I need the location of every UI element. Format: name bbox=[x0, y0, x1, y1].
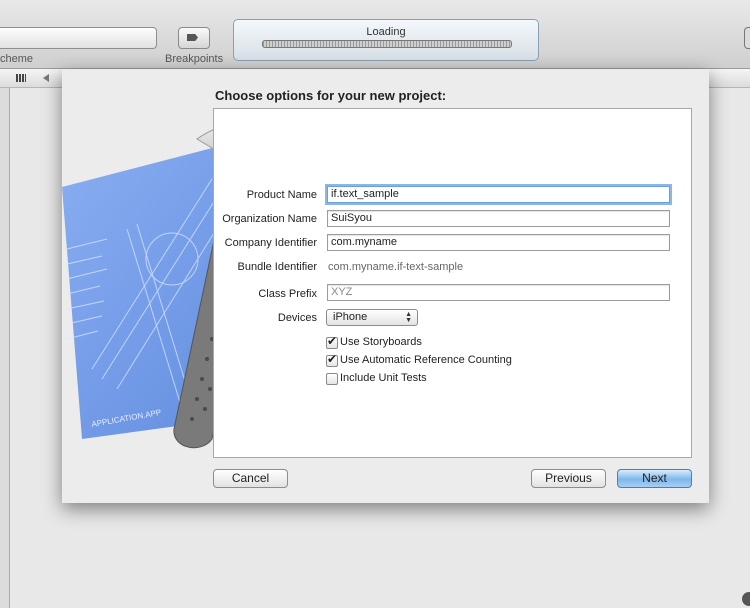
devices-popup[interactable]: iPhone ▲ ▼ bbox=[326, 309, 418, 326]
breakpoints-button[interactable] bbox=[178, 27, 210, 49]
grid-icon[interactable] bbox=[16, 74, 26, 82]
scheme-label: cheme bbox=[0, 53, 34, 65]
class-prefix-field[interactable]: XYZ bbox=[327, 284, 670, 301]
previous-button[interactable]: Previous bbox=[531, 469, 606, 488]
breakpoints-label: Breakpoints bbox=[165, 53, 224, 65]
breakpoint-icon bbox=[187, 34, 198, 41]
use-storyboards-checkbox[interactable]: ✔ bbox=[326, 334, 338, 349]
include-unit-tests-checkbox[interactable] bbox=[326, 373, 338, 385]
use-storyboards-label: Use Storyboards bbox=[340, 336, 422, 348]
new-project-sheet: Choose options for your new project: APP… bbox=[62, 69, 709, 503]
devices-value: iPhone bbox=[333, 311, 368, 323]
loading-progress-bar bbox=[262, 40, 512, 48]
use-arc-checkbox[interactable]: ✔ bbox=[326, 352, 338, 367]
use-arc-label: Use Automatic Reference Counting bbox=[340, 354, 512, 366]
window-toolbar: cheme Breakpoints Loading bbox=[0, 0, 750, 69]
company-identifier-label: Company Identifier bbox=[224, 237, 317, 249]
back-icon[interactable] bbox=[43, 74, 49, 82]
devices-label: Devices bbox=[277, 312, 317, 324]
class-prefix-label: Class Prefix bbox=[258, 288, 317, 300]
cancel-button[interactable]: Cancel bbox=[213, 469, 288, 488]
chevron-updown-icon: ▲ ▼ bbox=[405, 311, 412, 324]
activity-viewer: Loading bbox=[233, 19, 539, 61]
checkmark-icon: ✔ bbox=[327, 334, 338, 348]
bundle-identifier-value: com.myname.if-text-sample bbox=[328, 261, 464, 273]
product-name-label: Product Name bbox=[246, 189, 317, 201]
toolbar-right-control[interactable] bbox=[744, 27, 750, 49]
organization-name-label: Organization Name bbox=[222, 213, 317, 225]
company-identifier-field[interactable]: com.myname bbox=[327, 234, 670, 251]
organization-name-field[interactable]: SuiSyou bbox=[327, 210, 670, 227]
sheet-title: Choose options for your new project: bbox=[215, 88, 447, 103]
product-name-field[interactable]: if.text_sample bbox=[327, 186, 670, 203]
include-unit-tests-label: Include Unit Tests bbox=[340, 372, 427, 384]
next-button[interactable]: Next bbox=[617, 469, 692, 488]
navigator-pane bbox=[0, 88, 10, 608]
activity-title: Loading bbox=[366, 26, 406, 38]
options-panel bbox=[213, 108, 692, 458]
scheme-popup[interactable] bbox=[0, 27, 157, 49]
bundle-identifier-label: Bundle Identifier bbox=[237, 261, 318, 273]
corner-control[interactable] bbox=[742, 592, 750, 606]
checkmark-icon: ✔ bbox=[327, 352, 338, 366]
